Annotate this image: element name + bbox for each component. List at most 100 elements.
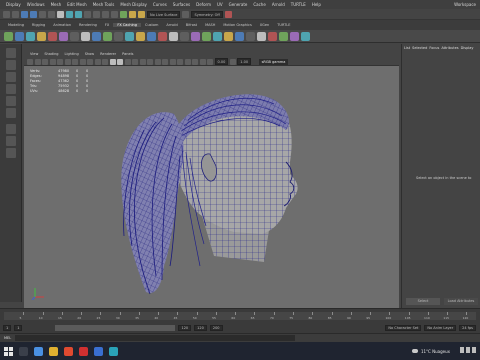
move-tool-icon[interactable] bbox=[6, 84, 16, 94]
system-tray[interactable] bbox=[460, 347, 476, 353]
perspective-viewport[interactable]: Verts: 47980 0 0 Edges: 94898 0 0 Faces: 47362 0 0 T… bbox=[24, 66, 399, 308]
xray-icon[interactable] bbox=[184, 58, 191, 65]
end-frame-field[interactable]: 120 bbox=[194, 324, 207, 331]
shelf-tab-fx-caching[interactable]: FX Caching bbox=[113, 23, 141, 27]
shelf-tab-arnold[interactable]: Arnold bbox=[162, 23, 181, 27]
wireframe-icon[interactable] bbox=[109, 58, 116, 65]
shelf-append-icon[interactable] bbox=[191, 31, 200, 41]
select-tool-icon[interactable] bbox=[6, 48, 16, 58]
lock-camera-icon[interactable] bbox=[34, 58, 41, 65]
shelf-multicut-icon[interactable] bbox=[202, 31, 211, 41]
gate-mask-icon[interactable] bbox=[79, 58, 86, 65]
redo-icon[interactable] bbox=[48, 10, 55, 18]
fps-dropdown[interactable]: 24 fps bbox=[459, 324, 476, 331]
live-surface-field[interactable]: No Live Surface bbox=[147, 10, 181, 18]
anim-layer-dropdown[interactable]: No Anim Layer bbox=[424, 324, 457, 331]
menu-mesh[interactable]: Mesh bbox=[48, 2, 65, 7]
shelf-planar-icon[interactable] bbox=[257, 31, 266, 41]
scale-tool-icon[interactable] bbox=[6, 108, 16, 118]
smooth-shade-icon[interactable] bbox=[117, 58, 123, 65]
layout-outliner-icon[interactable] bbox=[6, 148, 16, 158]
shelf-tab-rendering[interactable]: Rendering bbox=[75, 23, 101, 27]
time-ruler[interactable]: 5 10 15 20 25 30 35 40 45 50 55 60 65 70 75 80 85 90 95 100… bbox=[4, 312, 476, 320]
maya-taskbar-icon[interactable] bbox=[109, 346, 118, 356]
safe-action-icon[interactable] bbox=[94, 58, 101, 65]
lasso-tool-icon[interactable] bbox=[6, 60, 16, 70]
shelf-tab-motion-graphics[interactable]: Motion Graphics bbox=[219, 23, 255, 27]
head-mesh-wireframe[interactable] bbox=[24, 66, 399, 308]
use-lights-icon[interactable] bbox=[139, 58, 146, 65]
grid-icon[interactable] bbox=[57, 58, 63, 65]
color-space-dropdown[interactable]: sRGB gamma bbox=[258, 58, 289, 65]
panel-menu-show[interactable]: Show bbox=[82, 52, 97, 56]
menu-surfaces[interactable]: Surfaces bbox=[170, 2, 193, 7]
shelf-combine-icon[interactable] bbox=[92, 31, 101, 41]
snap-curve-icon[interactable] bbox=[93, 10, 100, 18]
load-attributes-button[interactable]: Load Attributes bbox=[444, 298, 478, 305]
panel-menu-panels[interactable]: Panels bbox=[119, 52, 136, 56]
menu-cache[interactable]: Cache bbox=[250, 2, 268, 7]
shadows-icon[interactable] bbox=[147, 58, 153, 65]
search-icon[interactable] bbox=[19, 346, 28, 356]
shelf-tab-turtle[interactable]: TURTLE bbox=[273, 23, 294, 27]
max-frame-field[interactable]: 200 bbox=[209, 324, 223, 331]
symmetry-field[interactable]: Symmetry: Off bbox=[191, 10, 223, 18]
shelf-tab-mash[interactable]: MASH bbox=[201, 23, 219, 27]
exposure-icon[interactable] bbox=[207, 58, 213, 65]
word-icon[interactable] bbox=[94, 346, 103, 356]
shelf-torus-icon[interactable] bbox=[48, 31, 57, 41]
shelf-svg-icon[interactable] bbox=[81, 31, 90, 41]
shelf-target-weld-icon[interactable] bbox=[213, 31, 222, 41]
panel-menu-renderer[interactable]: Renderer bbox=[97, 52, 119, 56]
snap-point-icon[interactable] bbox=[102, 10, 109, 18]
depth-of-field-icon[interactable] bbox=[169, 58, 176, 65]
shelf-tab-animation[interactable]: Animation bbox=[49, 23, 75, 27]
render-icon[interactable] bbox=[129, 10, 136, 18]
menu-curves[interactable]: Curves bbox=[150, 2, 170, 7]
attr-tab-selected[interactable]: Selected bbox=[412, 46, 427, 50]
undo-icon[interactable] bbox=[39, 10, 46, 18]
snap-grid-icon[interactable] bbox=[84, 10, 91, 18]
shelf-cone-icon[interactable] bbox=[37, 31, 46, 41]
attr-tab-list[interactable]: List bbox=[404, 46, 410, 50]
open-scene-icon[interactable] bbox=[21, 10, 28, 18]
attr-tab-focus[interactable]: Focus bbox=[429, 46, 439, 50]
shelf-quad-draw-icon[interactable] bbox=[224, 31, 233, 41]
gamma-icon[interactable] bbox=[229, 58, 236, 65]
menu-uv[interactable]: UV bbox=[214, 2, 226, 7]
shelf-relax-icon[interactable] bbox=[301, 31, 310, 41]
current-frame-field[interactable]: 1 bbox=[14, 324, 23, 331]
shelf-extrude-icon[interactable] bbox=[158, 31, 167, 41]
shelf-tab-bifrost[interactable]: Bifrost bbox=[182, 23, 201, 27]
shelf-disc-icon[interactable] bbox=[70, 31, 79, 41]
shelf-fill-hole-icon[interactable] bbox=[180, 31, 189, 41]
attr-tab-display[interactable]: Display bbox=[461, 46, 474, 50]
ipr-render-icon[interactable] bbox=[138, 10, 145, 18]
select-camera-icon[interactable] bbox=[27, 58, 33, 65]
menu-turtle[interactable]: TURTLE bbox=[288, 2, 309, 7]
textured-icon[interactable] bbox=[132, 58, 138, 65]
shelf-cylinder-icon[interactable] bbox=[26, 31, 35, 41]
shelf-tab-xgen[interactable]: XGen bbox=[256, 23, 273, 27]
snap-surface-icon[interactable] bbox=[111, 10, 118, 18]
menu-set-dropdown-icon[interactable] bbox=[3, 10, 10, 18]
shelf-tab-rigging[interactable]: Rigging bbox=[28, 23, 49, 27]
field-chart-icon[interactable] bbox=[87, 58, 93, 65]
wireframe-on-shaded-icon[interactable] bbox=[124, 58, 131, 65]
magnet-icon[interactable] bbox=[182, 10, 190, 18]
shelf-uv-editor-icon[interactable] bbox=[246, 31, 255, 41]
menu-generate[interactable]: Generate bbox=[226, 2, 251, 7]
bookmark-icon[interactable] bbox=[42, 58, 48, 65]
panel-menu-view[interactable]: View bbox=[27, 52, 41, 56]
menu-edit-mesh[interactable]: Edit Mesh bbox=[64, 2, 90, 7]
isolate-select-icon[interactable] bbox=[177, 58, 183, 65]
film-gate-icon[interactable] bbox=[64, 58, 71, 65]
file-explorer-icon[interactable] bbox=[49, 346, 58, 356]
character-set-dropdown[interactable]: No Character Set bbox=[385, 324, 422, 331]
shelf-extract-icon[interactable] bbox=[114, 31, 123, 41]
new-scene-icon[interactable] bbox=[12, 10, 19, 18]
shelf-bevel-icon[interactable] bbox=[169, 31, 178, 41]
xray-joints-icon[interactable] bbox=[192, 58, 198, 65]
exposure-field[interactable]: 0.00 bbox=[214, 58, 229, 65]
shelf-smooth-icon[interactable] bbox=[125, 31, 134, 41]
